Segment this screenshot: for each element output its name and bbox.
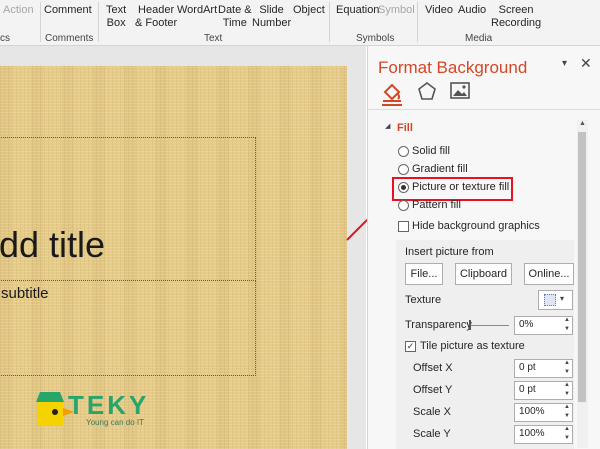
online-button[interactable]: Online...: [524, 263, 574, 285]
transparency-slider-thumb[interactable]: [469, 320, 471, 330]
file-button[interactable]: File...: [405, 263, 443, 285]
tile-picture-label[interactable]: Tile picture as texture: [420, 340, 525, 352]
scale-y-spinner[interactable]: 100% ▲ ▼: [514, 425, 573, 444]
spin-down-icon[interactable]: ▼: [564, 326, 570, 332]
pane-divider: [368, 109, 600, 110]
pattern-fill-label[interactable]: Pattern fill: [412, 199, 461, 211]
scrollbar-thumb[interactable]: [578, 132, 586, 402]
spin-down-icon[interactable]: ▼: [564, 413, 570, 419]
spin-up-icon[interactable]: ▲: [564, 426, 570, 432]
transparency-spinner[interactable]: 0% ▲ ▼: [514, 316, 573, 335]
pane-options-dropdown-icon[interactable]: ▾: [562, 58, 567, 69]
gradient-fill-radio[interactable]: [398, 164, 409, 175]
picture-texture-fill-radio[interactable]: [398, 182, 409, 193]
pattern-fill-radio[interactable]: [398, 200, 409, 211]
format-background-pane: Format Background ▾ ✕ ▲ ◢ Fill Solid fil…: [367, 46, 600, 449]
texture-label: Texture: [405, 294, 442, 306]
picture-texture-fill-label[interactable]: Picture or texture fill: [412, 181, 509, 193]
chevron-down-icon: ▾: [560, 294, 565, 303]
tile-picture-checkbox[interactable]: ✓: [405, 341, 416, 352]
spin-down-icon[interactable]: ▼: [564, 435, 570, 441]
gradient-fill-label[interactable]: Gradient fill: [412, 163, 468, 175]
picture-icon[interactable]: [449, 80, 471, 102]
transparency-label: Transparency: [405, 319, 472, 331]
scroll-up-icon[interactable]: ▲: [577, 120, 588, 127]
solid-fill-radio[interactable]: [398, 146, 409, 157]
pane-scrollbar[interactable]: ▲: [577, 120, 588, 448]
offset-x-spinner[interactable]: 0 pt ▲ ▼: [514, 359, 573, 378]
insert-picture-from-label: Insert picture from: [405, 246, 494, 258]
spin-down-icon[interactable]: ▼: [564, 391, 570, 397]
pane-title: Format Background: [378, 58, 528, 77]
clipboard-button[interactable]: Clipboard: [455, 263, 512, 285]
spin-up-icon[interactable]: ▲: [564, 317, 570, 323]
offset-y-spinner[interactable]: 0 pt ▲ ▼: [514, 381, 573, 400]
spin-up-icon[interactable]: ▲: [564, 382, 570, 388]
transparency-value: 0%: [519, 319, 534, 330]
transparency-slider-track[interactable]: [469, 325, 509, 326]
spin-up-icon[interactable]: ▲: [564, 404, 570, 410]
fill-section-header[interactable]: Fill: [397, 122, 413, 134]
hide-background-checkbox[interactable]: [398, 221, 409, 232]
fill-line-icon[interactable]: [381, 80, 403, 102]
solid-fill-label[interactable]: Solid fill: [412, 145, 450, 157]
texture-dropdown[interactable]: ▾: [538, 290, 573, 310]
hide-background-label[interactable]: Hide background graphics: [412, 220, 540, 232]
effects-icon[interactable]: [416, 80, 438, 102]
offset-x-label: Offset X: [413, 362, 453, 374]
scale-y-value: 100%: [519, 428, 545, 439]
texture-swatch-icon: [544, 294, 556, 306]
spin-down-icon[interactable]: ▼: [564, 369, 570, 375]
offset-y-value: 0 pt: [519, 384, 536, 395]
scale-y-label: Scale Y: [413, 428, 451, 440]
scale-x-label: Scale X: [413, 406, 451, 418]
scale-x-value: 100%: [519, 406, 545, 417]
active-tab-indicator: [382, 104, 402, 106]
offset-y-label: Offset Y: [413, 384, 453, 396]
offset-x-value: 0 pt: [519, 362, 536, 373]
scale-x-spinner[interactable]: 100% ▲ ▼: [514, 403, 573, 422]
section-collapse-icon[interactable]: ◢: [385, 122, 390, 130]
spin-up-icon[interactable]: ▲: [564, 360, 570, 366]
close-icon[interactable]: ✕: [580, 55, 592, 72]
